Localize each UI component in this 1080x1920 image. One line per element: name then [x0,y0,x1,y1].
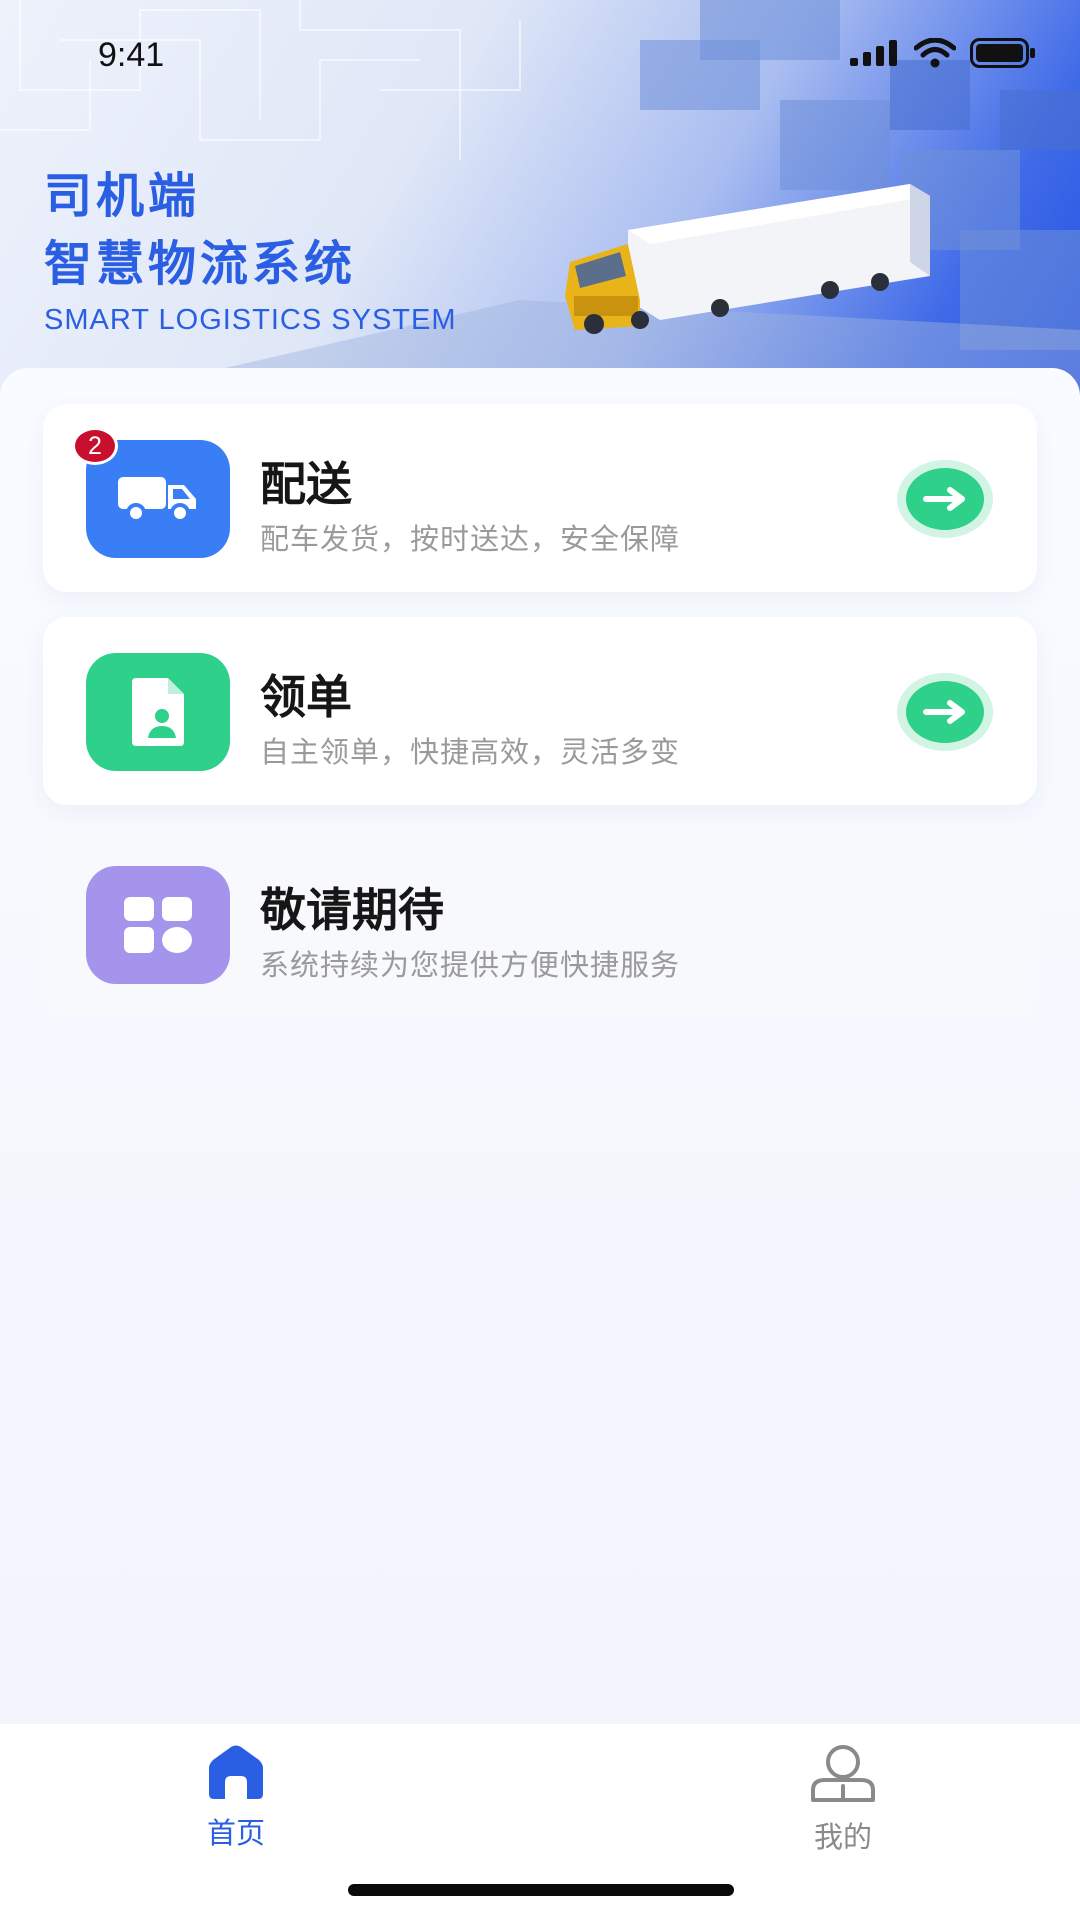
home-icon [209,1745,263,1799]
take-order-icon-tile [86,653,230,771]
coming-soon-title: 敬请期待 [260,883,444,937]
delivery-title: 配送 [260,457,352,511]
delivery-go-button[interactable] [897,460,993,538]
tab-mine[interactable]: 我的 [763,1744,923,1856]
order-document-icon [132,678,184,746]
hero-subtitle: SMART LOGISTICS SYSTEM [44,304,457,336]
cellular-signal-icon [850,40,897,66]
coming-soon-icon-tile [86,866,230,984]
delivery-card[interactable]: 2 配送 配车发货，按时送达，安全保障 [43,404,1037,592]
home-indicator [348,1884,734,1896]
status-icons [850,38,1036,68]
arrow-right-icon [923,700,965,724]
hero-title-line1: 司机端 [44,168,201,224]
apps-grid-icon [124,897,192,953]
take-order-card[interactable]: 领单 自主领单，快捷高效，灵活多变 [43,617,1037,805]
truck-icon [118,477,196,523]
content-panel: 2 配送 配车发货，按时送达，安全保障 领单 自主领单，快捷高效，灵活多变 敬请… [0,368,1080,1724]
coming-soon-card: 敬请期待 系统持续为您提供方便快捷服务 [43,830,1037,1018]
status-bar: 9:41 [0,0,1080,110]
user-icon [811,1745,875,1802]
hero-title-line2: 智慧物流系统 [44,236,357,292]
take-order-go-button[interactable] [897,673,993,751]
arrow-right-icon [923,487,965,511]
notification-badge: 2 [72,427,118,465]
tab-home[interactable]: 首页 [156,1744,316,1852]
take-order-description: 自主领单，快捷高效，灵活多变 [260,735,681,769]
status-time: 9:41 [98,36,165,74]
coming-soon-description: 系统持续为您提供方便快捷服务 [260,948,681,982]
hero-title: 司机端 智慧物流系统 [44,162,356,298]
battery-icon [970,38,1035,68]
tab-mine-label: 我的 [813,1820,872,1854]
take-order-title: 领单 [260,670,352,724]
delivery-description: 配车发货，按时送达，安全保障 [260,522,681,556]
tab-home-label: 首页 [206,1816,265,1850]
wifi-icon [914,38,956,68]
